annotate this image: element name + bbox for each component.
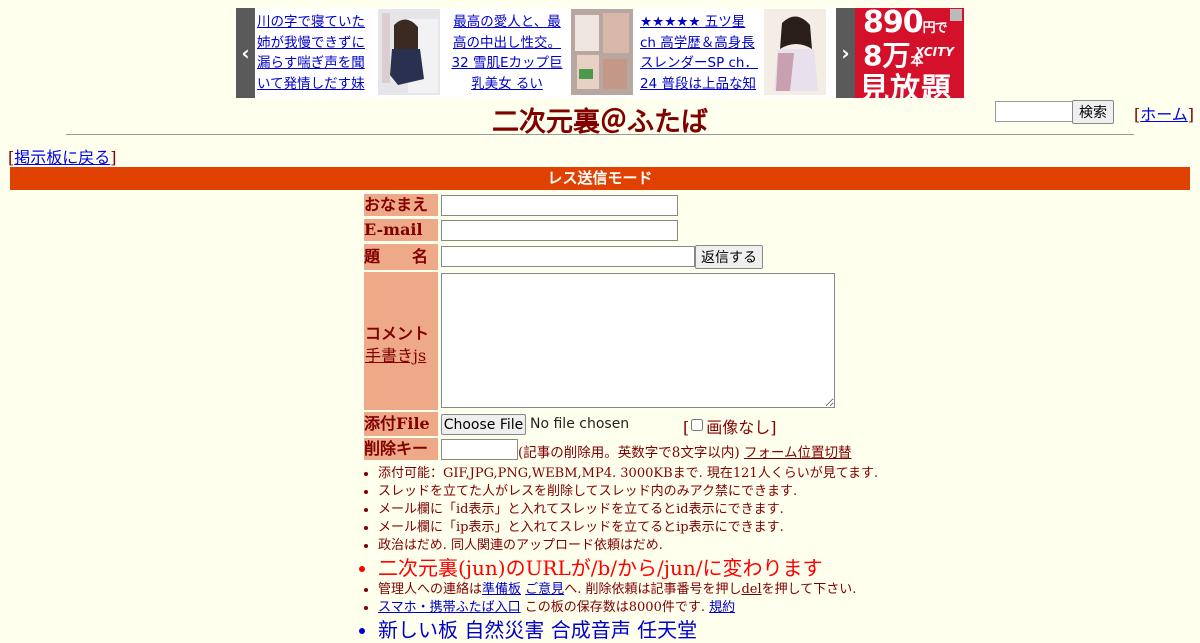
subject-label: 題 名 xyxy=(364,244,438,270)
ad-thumbnail[interactable] xyxy=(571,9,633,95)
reply-submit-button[interactable]: 返信する xyxy=(695,245,763,269)
banner-price-unit: 円で xyxy=(922,21,948,36)
home-link[interactable]: ホーム xyxy=(1140,105,1188,124)
form-position-toggle-link[interactable]: フォーム位置切替 xyxy=(744,445,852,461)
banner-tagline: 見放題 xyxy=(859,72,952,98)
rules-link[interactable]: 規約 xyxy=(709,600,735,615)
note-item: 政治はだめ. 同人関連のアップロード依頼はだめ. xyxy=(378,537,1138,555)
no-image-checkbox[interactable] xyxy=(691,419,704,431)
url-change-notice: 二次元裏(jun)のURLが/b/から/jun/に変わります xyxy=(378,555,1138,581)
chevron-right-icon: › xyxy=(841,41,850,65)
reply-mode-bar: レス送信モード xyxy=(10,167,1190,190)
delkey-note: (記事の削除用。英数字で8文字以内) フォーム位置切替 xyxy=(518,441,852,461)
ad-thumbnail[interactable] xyxy=(378,9,440,95)
email-label: E-mail xyxy=(364,219,438,241)
delkey-hint: (記事の削除用。英数字で8文字以内) xyxy=(518,445,740,461)
new-boards-notice: 新しい板 自然災害 合成音声 任天堂 xyxy=(378,617,1138,643)
board-notes: 添付可能：GIF,JPG,PNG,WEBM,MP4. 3000KBまで. 現在1… xyxy=(360,465,1138,643)
back-to-board-link[interactable]: 掲示板に戻る xyxy=(14,148,110,167)
handwriting-link[interactable]: 手書きjs xyxy=(365,342,426,366)
comment-textarea[interactable] xyxy=(441,273,835,408)
back-link-wrapper: [掲示板に戻る] xyxy=(8,148,117,167)
ad-carousel: ‹ 川の字で寝ていた姉が我慢できずに漏らす喘ぎ声を聞いて発情しだす妹 最高の愛人… xyxy=(236,8,964,98)
delkey-label: 削除キー xyxy=(364,438,438,460)
chevron-left-icon: ‹ xyxy=(241,41,250,65)
ad-text[interactable]: 最高の愛人と、最高の中出し性交。32 雪肌Eカップ巨乳美女 るい xyxy=(448,12,566,96)
note-item: スマホ・携帯ふたば入口 この板の保存数は8000件です. 規約 xyxy=(378,599,1138,617)
mobile-entrance-link[interactable]: スマホ・携帯ふたば入口 xyxy=(378,600,521,615)
email-input[interactable] xyxy=(441,220,678,241)
search-button[interactable]: 検索 xyxy=(1072,100,1114,124)
banner-brand: XCITY xyxy=(915,45,954,59)
ad-link[interactable]: 最高の愛人と、最高の中出し性交。32 雪肌Eカップ巨乳美女 るい xyxy=(452,14,563,92)
carousel-next-button[interactable]: › xyxy=(836,8,855,98)
ad-thumbnail[interactable] xyxy=(764,9,826,95)
home-link-wrapper: [ホーム] xyxy=(1134,105,1195,124)
file-status: No file chosen xyxy=(530,416,630,432)
note-item: 管理人への連絡は準備板 ご意見へ. 削除依頼は記事番号を押しdelを押して下さい… xyxy=(378,581,1138,599)
note-item: メール欄に「ip表示」と入れてスレッドを立てるとip表示にできます. xyxy=(378,519,1138,537)
subject-input[interactable] xyxy=(441,246,695,267)
no-image-option: [画像なし] xyxy=(683,418,777,437)
xcity-banner[interactable]: 890円で 8万本 XCITY 見放題 xyxy=(855,8,964,98)
comment-label-cell: コメント 手書きjs xyxy=(364,272,438,410)
search-input[interactable] xyxy=(995,101,1077,122)
divider xyxy=(66,134,1134,135)
ad-link[interactable]: ★★★★★ 五ツ星ch 高学歴＆高身長スレンダーSP ch．24 普段は上品な知 xyxy=(640,14,758,92)
note-item: 添付可能：GIF,JPG,PNG,WEBM,MP4. 3000KBまで. 現在1… xyxy=(378,465,1138,483)
no-image-label: 画像なし xyxy=(706,418,771,437)
note-item: スレッドを立てた人がレスを削除してスレッド内のみアク禁にできます. xyxy=(378,483,1138,501)
ad-text[interactable]: ★★★★★ 五ツ星ch 高学歴＆高身長スレンダーSP ch．24 普段は上品な知 xyxy=(640,12,758,96)
choose-file-button[interactable]: Choose File xyxy=(441,414,526,435)
attach-label: 添付File xyxy=(364,412,438,436)
comment-label: コメント xyxy=(365,324,430,343)
note-item: メール欄に「id表示」と入れてスレッドを立てるとid表示にできます. xyxy=(378,501,1138,519)
ad-link[interactable]: 川の字で寝ていた姉が我慢できずに漏らす喘ぎ声を聞いて発情しだす妹 xyxy=(257,14,365,92)
ad-info-icon[interactable] xyxy=(950,9,962,21)
prep-board-link[interactable]: 準備板 xyxy=(482,582,521,597)
name-input[interactable] xyxy=(441,195,678,216)
carousel-prev-button[interactable]: ‹ xyxy=(236,8,255,98)
feedback-link[interactable]: ご意見 xyxy=(525,582,564,597)
name-label: おなまえ xyxy=(364,194,438,216)
ad-text[interactable]: 川の字で寝ていた姉が我慢できずに漏らす喘ぎ声を聞いて発情しだす妹 xyxy=(257,12,375,96)
del-link[interactable]: del xyxy=(741,582,761,597)
delete-key-input[interactable] xyxy=(441,439,518,460)
